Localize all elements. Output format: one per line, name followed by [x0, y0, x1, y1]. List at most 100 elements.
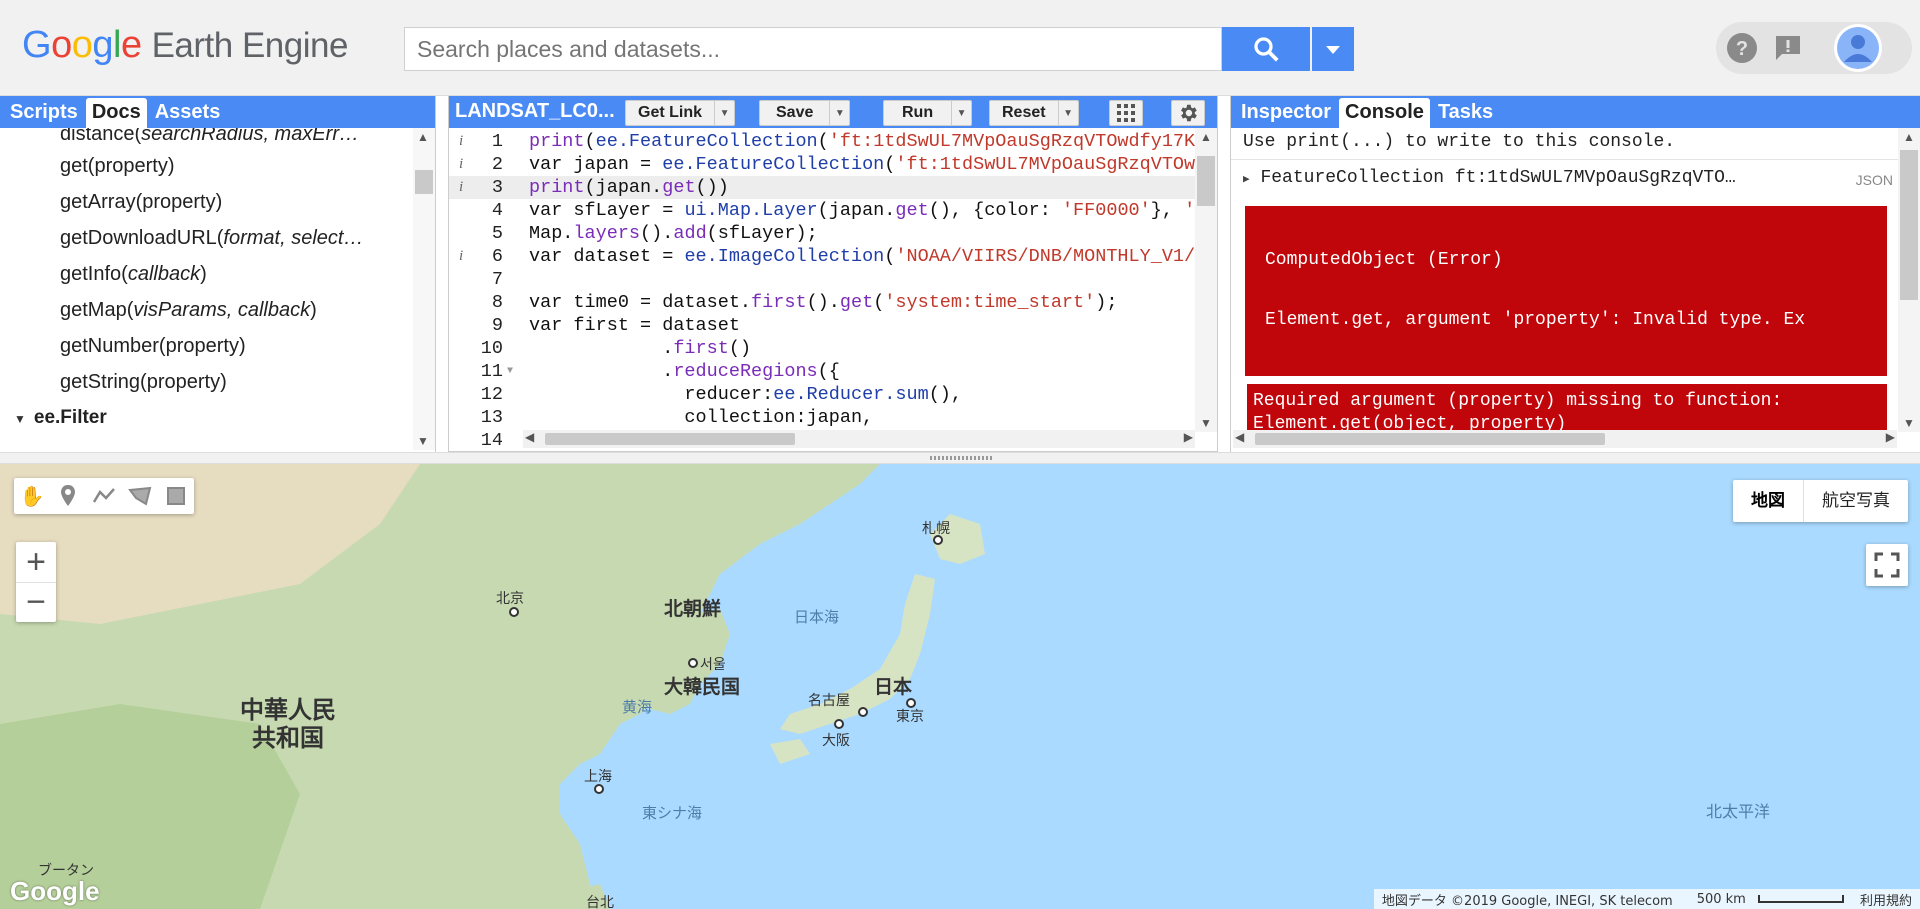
code-editor-panel: LANDSAT_LC0... Get Link ▼ Save ▼ Run ▼ Rese…	[448, 96, 1218, 452]
docs-scrollbar[interactable]: ▲ ▼	[413, 128, 435, 450]
chevron-down-icon[interactable]: ▼	[1057, 101, 1078, 125]
doc-item-getstring[interactable]: getString(property)	[0, 364, 412, 400]
code-area[interactable]: i 1 print(ee.FeatureCollection('ft:1tdSwUL…	[449, 128, 1217, 452]
info-icon[interactable]: i	[459, 130, 463, 153]
tab-scripts[interactable]: Scripts	[4, 98, 84, 128]
expand-triangle-icon[interactable]: ▶	[1243, 174, 1250, 186]
scroll-right-icon[interactable]: ▶	[1184, 430, 1193, 444]
search-button[interactable]	[1222, 27, 1310, 71]
drag-handle-icon[interactable]	[930, 456, 992, 460]
code-line[interactable]: 7	[449, 268, 1217, 291]
zoom-out-button[interactable]: −	[16, 582, 56, 622]
feedback-button[interactable]	[1770, 30, 1806, 66]
fold-arrow-icon[interactable]: ▼	[507, 360, 513, 383]
map-type-map[interactable]: 地図	[1733, 480, 1803, 522]
console-featurecollection-row[interactable]: ▶ FeatureCollection ft:1tdSwUL7MVpOauSgR…	[1231, 160, 1899, 200]
scroll-right-icon[interactable]: ▶	[1886, 430, 1895, 444]
run-button[interactable]: Run ▼	[883, 100, 973, 126]
draw-rectangle-button[interactable]	[158, 478, 194, 514]
app-logo[interactable]: Go o g l e Earth Engine	[22, 24, 348, 76]
search-options-button[interactable]	[1312, 27, 1354, 71]
code-line[interactable]: 4 var sfLayer = ui.Map.Layer(japan.get(),…	[449, 199, 1217, 222]
doc-item-getinfo[interactable]: getInfo(callback)	[0, 256, 412, 292]
scroll-up-icon[interactable]: ▲	[1903, 130, 1915, 144]
code-line[interactable]: 9 var first = dataset	[449, 314, 1217, 337]
code-line[interactable]: 12 reducer:ee.Reducer.sum(),	[449, 383, 1217, 406]
scroll-down-icon[interactable]: ▼	[417, 434, 429, 448]
code-line[interactable]: 11 ▼ .reduceRegions({	[449, 360, 1217, 383]
scroll-thumb[interactable]	[1900, 150, 1918, 300]
scroll-up-icon[interactable]: ▲	[1200, 130, 1212, 144]
save-button[interactable]: Save ▼	[759, 100, 851, 126]
map-type-satellite[interactable]: 航空写真	[1803, 480, 1908, 522]
tab-inspector[interactable]: Inspector	[1235, 98, 1337, 128]
json-toggle[interactable]: JSON	[1856, 172, 1893, 188]
doc-item-getdownloadurl[interactable]: getDownloadURL(format, select…	[0, 220, 412, 256]
get-link-button[interactable]: Get Link ▼	[625, 100, 736, 126]
chevron-down-icon[interactable]: ▼	[829, 101, 849, 125]
code-line[interactable]: i 6 var dataset = ee.ImageCollection('NOAA…	[449, 245, 1217, 268]
console-hscrollbar[interactable]: ◀ ▶	[1233, 430, 1897, 448]
code-line[interactable]: 5 Map.layers().add(sfLayer);	[449, 222, 1217, 245]
code-line[interactable]: i 1 print(ee.FeatureCollection('ft:1tdSwUL…	[449, 130, 1217, 153]
reset-button[interactable]: Reset ▼	[989, 100, 1079, 126]
doc-group-ee-filter[interactable]: ▼ ee.Filter	[0, 400, 412, 436]
scroll-left-icon[interactable]: ◀	[525, 430, 534, 444]
console-error-box[interactable]: ComputedObject (Error) Element.get, argu…	[1245, 206, 1887, 376]
draw-line-button[interactable]	[86, 478, 122, 514]
fullscreen-button[interactable]	[1866, 544, 1908, 586]
doc-item-getmap[interactable]: getMap(visParams, callback)	[0, 292, 412, 328]
code-line[interactable]: 10 .first()	[449, 337, 1217, 360]
console-vscrollbar[interactable]: ▲ ▼	[1898, 128, 1920, 432]
tab-docs[interactable]: Docs	[85, 98, 147, 128]
editor-hscrollbar[interactable]: ◀ ▶	[523, 430, 1195, 448]
attribution-text[interactable]: 地図データ ©2019 Google, INEGI, SK telecom	[1374, 890, 1681, 909]
chevron-down-icon[interactable]: ▼	[714, 101, 734, 125]
code-line[interactable]: 13 collection:japan,	[449, 406, 1217, 429]
doc-item-getnumber[interactable]: getNumber(property)	[0, 328, 412, 364]
doc-item-getarray[interactable]: getArray(property)	[0, 184, 412, 220]
scroll-down-icon[interactable]: ▼	[1200, 416, 1212, 430]
chevron-down-icon[interactable]: ▼	[951, 101, 971, 125]
panel-splitter[interactable]	[0, 452, 1920, 464]
tab-console[interactable]: Console	[1339, 98, 1430, 128]
code-line-current[interactable]: i 3 print(japan.get())	[449, 176, 1217, 199]
hand-tool-button[interactable]: ✋	[14, 478, 50, 514]
scroll-left-icon[interactable]: ◀	[1235, 430, 1244, 444]
account-button[interactable]	[1834, 24, 1882, 72]
search-input[interactable]	[404, 27, 1222, 71]
scale-bar[interactable]: 500 km	[1681, 892, 1852, 907]
info-icon[interactable]: i	[459, 153, 463, 176]
code-token: ().	[806, 292, 840, 313]
scroll-thumb[interactable]	[1255, 433, 1605, 445]
scroll-down-icon[interactable]: ▼	[1903, 416, 1915, 430]
zoom-in-button[interactable]: +	[16, 542, 56, 582]
scroll-thumb[interactable]	[545, 433, 795, 445]
draw-polygon-button[interactable]	[122, 478, 158, 514]
apps-button[interactable]	[1109, 100, 1143, 126]
code-token: var first = dataset	[529, 315, 740, 336]
info-icon[interactable]: i	[459, 176, 463, 199]
terms-link[interactable]: 利用規約	[1852, 890, 1920, 909]
fullscreen-icon	[1874, 552, 1900, 578]
city-marker	[933, 535, 943, 545]
add-marker-button[interactable]	[50, 478, 86, 514]
code-token: reduceRegions	[673, 361, 818, 382]
doc-item-get[interactable]: get(property)	[0, 148, 412, 184]
scroll-thumb[interactable]	[415, 170, 433, 194]
tab-assets[interactable]: Assets	[149, 98, 227, 128]
editor-vscrollbar[interactable]: ▲ ▼	[1195, 128, 1217, 432]
feedback-icon	[1776, 36, 1800, 60]
tab-tasks[interactable]: Tasks	[1432, 98, 1499, 128]
scroll-thumb[interactable]	[1197, 156, 1215, 206]
scroll-up-icon[interactable]: ▲	[417, 130, 429, 144]
help-button[interactable]: ?	[1724, 30, 1760, 66]
info-icon[interactable]: i	[459, 245, 463, 268]
code-line[interactable]: 8 var time0 = dataset.first().get('system…	[449, 291, 1217, 314]
doc-item-distance[interactable]: distance(searchRadius, maxErr…	[0, 128, 412, 148]
settings-button[interactable]	[1171, 100, 1205, 126]
code-line[interactable]: i 2 var japan = ee.FeatureCollection('ft:1…	[449, 153, 1217, 176]
script-title[interactable]: LANDSAT_LC0...	[455, 100, 615, 123]
console-required-arg-box: Required argument (property) missing to …	[1247, 384, 1887, 432]
map-view[interactable]: ✋ + − 地図 航空写真 中華人民 共和国 北朝鮮 大韓民国 日本 北京 서울…	[0, 464, 1920, 909]
